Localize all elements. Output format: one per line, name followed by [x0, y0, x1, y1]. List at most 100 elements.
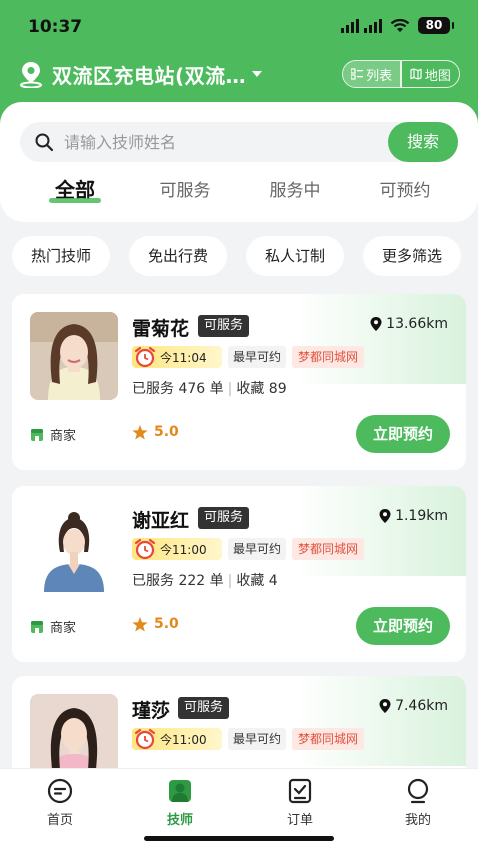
alarm-clock-icon [134, 728, 156, 750]
rating: 5.0 [132, 424, 179, 440]
distance: 13.66km [370, 316, 448, 332]
location-icon [379, 699, 391, 713]
filter-more[interactable]: 更多筛选 [363, 236, 461, 276]
rating: 5.0 [132, 616, 179, 632]
earliest-time-tag: 今11:00 [132, 538, 222, 560]
star-icon [132, 424, 148, 439]
signal-icon [341, 18, 382, 33]
location-icon [379, 509, 391, 523]
status-time: 10:37 [28, 17, 83, 37]
technician-name: 瑾莎 [132, 700, 171, 722]
technician-card[interactable]: 雷菊花 可服务 13.66km 今11:04 最早可约 梦都同城网 已服务 47… [12, 294, 466, 470]
map-view-label: 地图 [424, 68, 451, 84]
technician-icon [169, 780, 191, 802]
wifi-icon [390, 18, 410, 32]
search-box: 搜索 [20, 122, 458, 162]
tag-row: 今11:00 最早可约 梦都同城网 [132, 728, 365, 750]
location-selector[interactable]: 双流区充电站(双流… 列表 地图 [18, 58, 460, 90]
status-tabs: 全部 可服务 服务中 可预约 [0, 176, 478, 212]
earliest-time-tag: 今11:04 [132, 346, 222, 368]
distance-value: 13.66km [386, 316, 448, 332]
search-panel: 搜索 全部 可服务 服务中 可预约 [0, 102, 478, 222]
shop-icon [31, 620, 43, 633]
book-now-button[interactable]: 立即预约 [356, 607, 450, 645]
alarm-clock-icon [134, 538, 156, 560]
platform-tag: 梦都同城网 [292, 728, 365, 750]
distance-value: 7.46km [395, 698, 448, 714]
nav-home-label: 首页 [46, 813, 73, 828]
battery-icon: 80 [418, 17, 454, 34]
list-icon [351, 68, 364, 80]
distance: 1.19km [379, 508, 448, 524]
service-stats: 已服务 222 单 | 收藏 4 [132, 573, 278, 589]
tab-bookable[interactable]: 可预约 [355, 176, 455, 201]
platform-tag: 梦都同城网 [292, 346, 365, 368]
map-icon [410, 68, 422, 80]
tab-all[interactable]: 全部 [25, 174, 125, 203]
alarm-clock-icon [134, 346, 156, 368]
tag-row: 今11:04 最早可约 梦都同城网 [132, 346, 365, 368]
earliest-time: 今11:00 [160, 732, 207, 747]
earliest-time: 今11:00 [160, 542, 207, 557]
nav-home[interactable]: 首页 [20, 777, 100, 828]
platform-tag: 梦都同城网 [292, 538, 365, 560]
favorites-count: 收藏 4 [236, 573, 278, 589]
search-input[interactable] [64, 122, 384, 162]
orders-icon [288, 778, 312, 804]
chevron-down-icon [252, 71, 263, 77]
earliest-time-tag: 今11:00 [132, 728, 222, 750]
nav-technician[interactable]: 技师 [140, 777, 220, 828]
list-view-button[interactable]: 列表 [343, 61, 401, 87]
filter-private-custom[interactable]: 私人订制 [246, 236, 344, 276]
avatar [30, 504, 118, 592]
map-view-button[interactable]: 地图 [402, 61, 459, 87]
nav-technician-label: 技师 [166, 813, 193, 828]
served-count: 已服务 476 单 [132, 381, 224, 397]
nav-orders-label: 订单 [286, 813, 313, 828]
technician-name: 雷菊花 [132, 318, 190, 340]
tab-in-service[interactable]: 服务中 [245, 176, 345, 201]
nav-orders[interactable]: 订单 [260, 777, 340, 828]
status-badge: 可服务 [178, 697, 230, 719]
view-toggle: 列表 地图 [342, 60, 460, 88]
merchant-text: 商家 [50, 429, 77, 444]
search-icon [35, 133, 54, 152]
status-icons: 80 [341, 17, 454, 34]
earliest-label: 最早可约 [228, 346, 287, 368]
location-pin-icon [20, 62, 42, 88]
earliest-time: 今11:04 [160, 350, 207, 365]
distance-value: 1.19km [395, 508, 448, 524]
status-badge: 可服务 [198, 315, 250, 337]
merchant-label: 商家 [30, 617, 76, 636]
tag-row: 今11:00 最早可约 梦都同城网 [132, 538, 365, 560]
filter-free-travel[interactable]: 免出行费 [129, 236, 227, 276]
tab-available[interactable]: 可服务 [135, 176, 235, 201]
nav-mine[interactable]: 我的 [378, 777, 458, 828]
earliest-label: 最早可约 [228, 538, 287, 560]
filter-chips: 热门技师 免出行费 私人订制 更多筛选 [12, 236, 466, 276]
technician-card[interactable]: 谢亚红 可服务 1.19km 今11:00 最早可约 梦都同城网 已服务 222… [12, 486, 466, 662]
tab-indicator [49, 198, 101, 203]
technician-name: 谢亚红 [132, 510, 190, 532]
served-count: 已服务 222 单 [132, 573, 224, 589]
service-stats: 已服务 476 单 | 收藏 89 [132, 381, 287, 397]
profile-icon [407, 778, 429, 804]
favorites-count: 收藏 89 [236, 381, 287, 397]
rating-value: 5.0 [154, 616, 179, 632]
earliest-label: 最早可约 [228, 728, 287, 750]
avatar [30, 312, 118, 400]
merchant-text: 商家 [50, 621, 77, 636]
book-now-button[interactable]: 立即预约 [356, 415, 450, 453]
status-badge: 可服务 [198, 507, 250, 529]
location-name: 双流区充电站(双流… [52, 63, 247, 88]
filter-hot-technicians[interactable]: 热门技师 [12, 236, 110, 276]
star-icon [132, 616, 148, 631]
rating-value: 5.0 [154, 424, 179, 440]
home-chat-icon [47, 778, 73, 804]
location-icon [370, 317, 382, 331]
status-bar: 10:37 80 [0, 0, 478, 52]
distance: 7.46km [379, 698, 448, 714]
merchant-label: 商家 [30, 425, 76, 444]
shop-icon [31, 428, 43, 441]
search-button[interactable]: 搜索 [388, 122, 458, 162]
